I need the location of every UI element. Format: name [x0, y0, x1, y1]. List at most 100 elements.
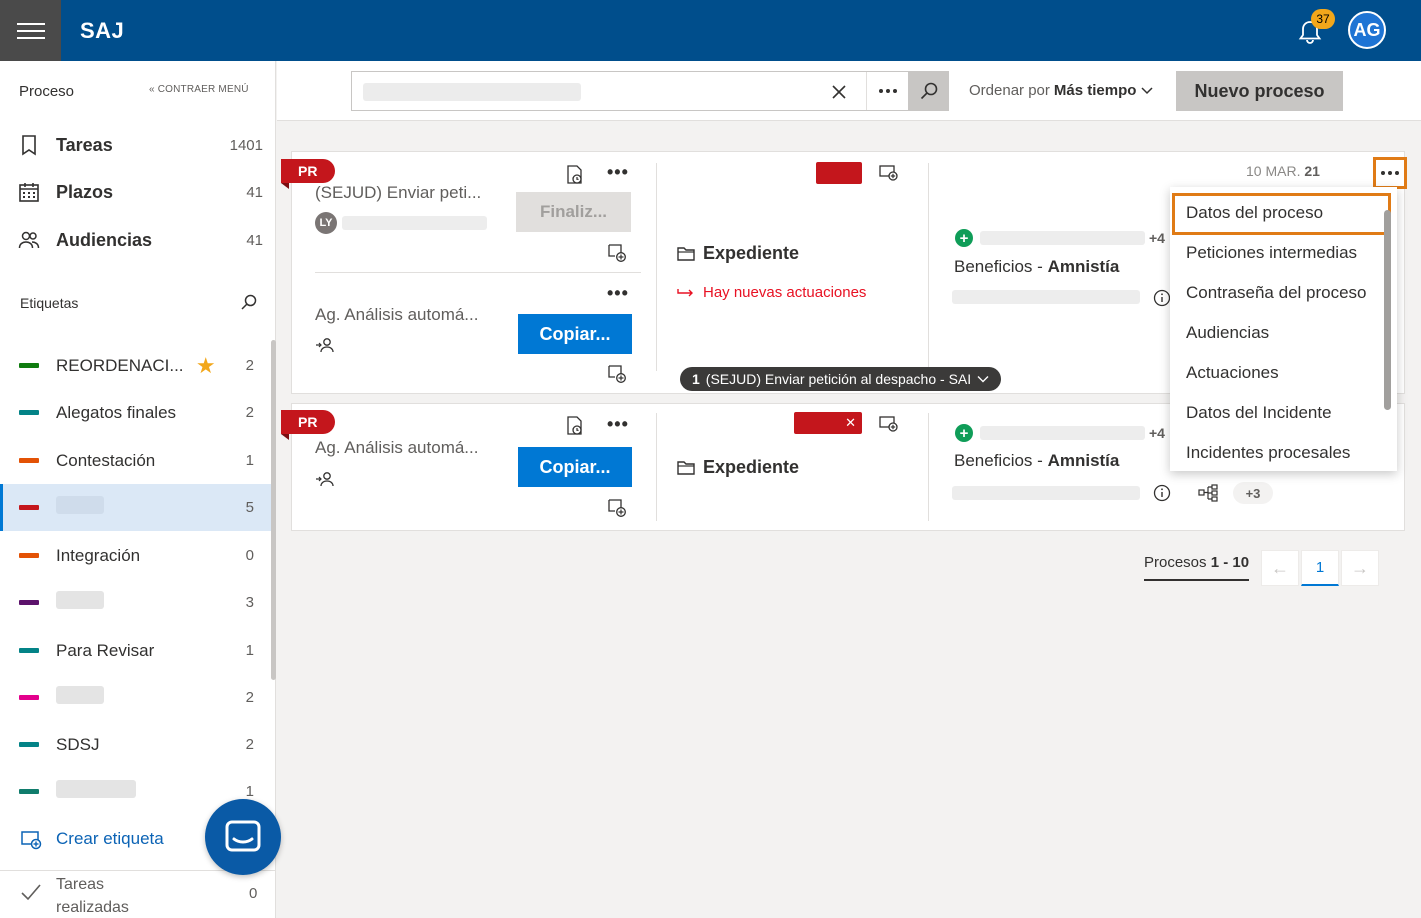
- task-title[interactable]: Ag. Análisis automá...: [315, 305, 478, 325]
- search-input-value-redacted: [363, 83, 581, 101]
- tag-item[interactable]: Integración 0: [0, 532, 271, 579]
- sidebar-item-count: 41: [246, 183, 263, 201]
- column-divider: [656, 163, 657, 371]
- search-icon[interactable]: [240, 293, 258, 311]
- tag-item[interactable]: REORDENACI... ★ 2: [0, 342, 271, 389]
- task-title[interactable]: Ag. Análisis automá...: [315, 438, 478, 458]
- user-avatar[interactable]: AG: [1348, 11, 1386, 49]
- add-tag-icon[interactable]: [879, 164, 899, 182]
- sort-dropdown[interactable]: Ordenar por Más tiempo: [969, 82, 1154, 99]
- add-note-icon[interactable]: [607, 364, 627, 384]
- menu-highlight-box: [1172, 193, 1391, 235]
- tag-item[interactable]: Alegatos finales 2: [0, 389, 271, 436]
- document-clock-icon[interactable]: [566, 416, 584, 436]
- search-button[interactable]: [908, 71, 949, 111]
- star-icon[interactable]: ★: [196, 353, 216, 379]
- add-party-icon[interactable]: +: [955, 424, 973, 442]
- expediente-link[interactable]: Expediente: [677, 243, 799, 264]
- sidebar-item-tareas[interactable]: Tareas 1401: [18, 130, 263, 160]
- date-year: 21: [1304, 163, 1320, 179]
- add-tag-icon[interactable]: [879, 415, 899, 433]
- tag-count: 1: [245, 642, 254, 659]
- column-divider: [656, 413, 657, 521]
- tag-count: 1: [245, 452, 254, 469]
- tag-label: Alegatos finales: [56, 402, 177, 422]
- sidebar-scrollbar[interactable]: [271, 340, 276, 680]
- task-title[interactable]: (SEJUD) Enviar peti...: [315, 183, 481, 203]
- top-bar: [0, 0, 1421, 61]
- info-icon[interactable]: [1153, 289, 1171, 307]
- collapse-menu-button[interactable]: « CONTRAER MENÚ: [149, 84, 249, 95]
- task-more-button[interactable]: •••: [607, 162, 629, 183]
- menu-item-incidentes[interactable]: Incidentes procesales: [1186, 443, 1350, 463]
- tag-color-swatch: [19, 553, 39, 558]
- tag-label-redacted: [56, 686, 246, 709]
- prev-page-button[interactable]: ←: [1261, 550, 1299, 586]
- sidebar-item-label: Audiencias: [56, 229, 153, 250]
- menu-item-datos-incidente[interactable]: Datos del Incidente: [1186, 403, 1332, 423]
- search-options-button[interactable]: [866, 72, 908, 110]
- sidebar-item-count: 41: [246, 231, 263, 249]
- sidebar-item-label: Tareas: [56, 134, 113, 155]
- tag-count: 2: [245, 357, 254, 374]
- assign-user-icon[interactable]: [315, 337, 335, 353]
- tag-label: Para Revisar: [56, 640, 155, 660]
- tag-item[interactable]: 2: [0, 674, 271, 721]
- create-tag-label: Crear etiqueta: [56, 829, 164, 848]
- new-actions-alert[interactable]: Hay nuevas actuaciones: [677, 284, 866, 301]
- menu-item-peticiones[interactable]: Peticiones intermedias: [1186, 243, 1357, 263]
- sidebar-item-audiencias[interactable]: Audiencias 41: [18, 225, 263, 255]
- more-parties-count[interactable]: +4: [1149, 230, 1165, 246]
- folder-icon: [677, 246, 695, 262]
- process-more-button[interactable]: [1373, 157, 1407, 189]
- add-party-icon[interactable]: +: [955, 229, 973, 247]
- menu-item-contrasena[interactable]: Contraseña del proceso: [1186, 283, 1367, 303]
- expediente-link[interactable]: Expediente: [677, 457, 799, 478]
- page-number-button[interactable]: 1: [1301, 550, 1339, 586]
- tag-chip-redacted[interactable]: ✕: [794, 412, 862, 434]
- assignee-avatar: LY: [315, 212, 337, 234]
- sort-value: Más tiempo: [1053, 82, 1137, 99]
- clear-icon[interactable]: [829, 82, 849, 102]
- hierarchy-icon[interactable]: [1198, 484, 1218, 502]
- tag-item[interactable]: Para Revisar 1: [0, 627, 271, 674]
- task-more-button[interactable]: •••: [607, 283, 629, 304]
- tag-color-swatch: [19, 458, 39, 463]
- document-clock-icon[interactable]: [566, 165, 584, 185]
- create-tag-link[interactable]: Crear etiqueta: [20, 828, 164, 850]
- arrow-left-icon: ←: [1271, 557, 1289, 578]
- info-icon[interactable]: [1153, 484, 1171, 502]
- tag-color-swatch: [19, 505, 39, 510]
- menu-scrollbar[interactable]: [1384, 210, 1391, 410]
- new-process-button[interactable]: Nuevo proceso: [1176, 71, 1343, 111]
- copy-button[interactable]: Copiar...: [518, 314, 632, 354]
- more-parties-count[interactable]: +4: [1149, 425, 1165, 441]
- date-day-month: 10 MAR.: [1246, 163, 1301, 179]
- finalize-button[interactable]: Finaliz...: [516, 192, 631, 232]
- tag-item[interactable]: Contestación 1: [0, 437, 271, 484]
- menu-item-audiencias[interactable]: Audiencias: [1186, 323, 1269, 343]
- close-icon[interactable]: ✕: [845, 415, 856, 431]
- chat-support-button[interactable]: [205, 799, 281, 875]
- more-items-chip[interactable]: +3: [1233, 482, 1273, 504]
- sidebar-item-count: 1401: [229, 136, 263, 154]
- pending-task-pill[interactable]: 1 (SEJUD) Enviar petición al despacho - …: [680, 367, 1002, 391]
- add-note-icon[interactable]: [607, 498, 627, 518]
- assignee-name-redacted: [342, 216, 487, 230]
- assign-user-icon[interactable]: [315, 471, 335, 487]
- task-more-button[interactable]: •••: [607, 414, 629, 435]
- tag-item-selected[interactable]: 5: [0, 484, 271, 531]
- copy-button[interactable]: Copiar...: [518, 447, 632, 487]
- notification-badge: 37: [1311, 9, 1335, 29]
- menu-item-actuaciones[interactable]: Actuaciones: [1186, 363, 1279, 383]
- process-type-badge: PR: [281, 410, 335, 440]
- add-note-icon[interactable]: [607, 243, 627, 263]
- arrow-right-icon: →: [1351, 557, 1369, 578]
- sidebar-item-plazos[interactable]: Plazos 41: [18, 177, 263, 207]
- tag-chip-redacted[interactable]: [816, 162, 862, 184]
- tag-item[interactable]: SDSJ 2: [0, 721, 271, 768]
- tag-item[interactable]: 3: [0, 579, 271, 626]
- hamburger-menu-button[interactable]: [0, 0, 61, 61]
- next-page-button[interactable]: →: [1341, 550, 1379, 586]
- done-tasks-count: 0: [249, 885, 258, 902]
